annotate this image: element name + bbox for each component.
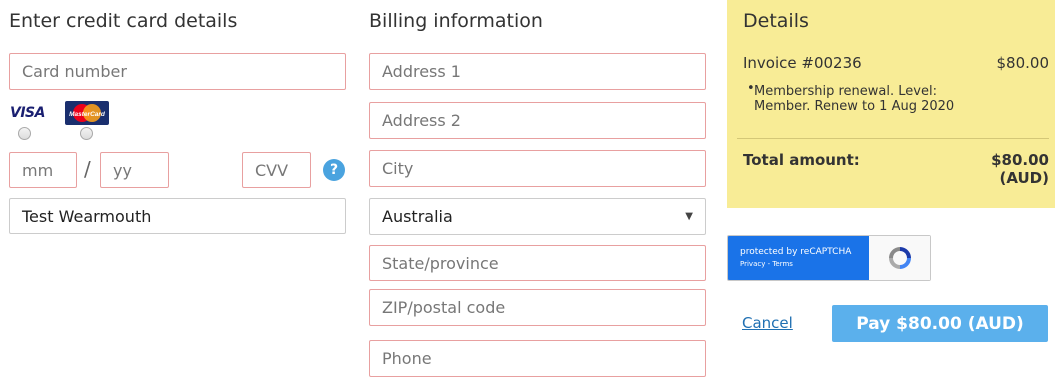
cancel-link[interactable]: Cancel xyxy=(742,314,793,332)
card-number-input[interactable]: Card number xyxy=(9,53,346,90)
visa-logo-icon: VISA xyxy=(10,105,45,121)
total-amount: $80.00 (AUD) xyxy=(991,151,1049,187)
cvv-help-icon[interactable]: ? xyxy=(323,159,345,181)
address2-input[interactable]: Address 2 xyxy=(369,102,706,139)
total-amount-currency: (AUD) xyxy=(999,169,1050,187)
mastercard-radio[interactable] xyxy=(80,127,93,140)
card-section-heading: Enter credit card details xyxy=(9,10,238,32)
recaptcha-text: protected by reCAPTCHA Privacy - Terms xyxy=(728,246,851,270)
phone-input[interactable]: Phone xyxy=(369,340,706,377)
recaptcha-protected-label: protected by reCAPTCHA xyxy=(740,247,852,257)
visa-radio[interactable] xyxy=(18,127,31,140)
svg-text:MasterCard: MasterCard xyxy=(69,111,106,118)
country-select[interactable]: Australia ▼ xyxy=(369,198,706,235)
pay-button[interactable]: Pay $80.00 (AUD) xyxy=(832,305,1048,342)
invoice-item-description: Membership renewal. Level: Member. Renew… xyxy=(754,84,955,114)
expiry-year-input[interactable]: yy xyxy=(100,152,169,188)
address1-input[interactable]: Address 1 xyxy=(369,53,706,90)
invoice-label: Invoice #00236 xyxy=(743,54,862,72)
zip-input[interactable]: ZIP/postal code xyxy=(369,289,706,326)
recaptcha-privacy-terms[interactable]: Privacy - Terms xyxy=(740,258,851,270)
recaptcha-badge[interactable]: protected by reCAPTCHA Privacy - Terms xyxy=(727,235,931,281)
details-heading: Details xyxy=(743,10,809,32)
chevron-down-icon: ▼ xyxy=(685,211,693,222)
recaptcha-logo-icon xyxy=(869,236,930,280)
billing-section-heading: Billing information xyxy=(369,10,543,32)
total-label: Total amount: xyxy=(743,151,860,169)
total-amount-value: $80.00 xyxy=(991,151,1049,169)
state-input[interactable]: State/province xyxy=(369,245,706,281)
expiry-separator: / xyxy=(84,157,91,181)
expiry-month-input[interactable]: mm xyxy=(9,152,77,188)
details-panel: Details Invoice #00236 $80.00 • Membersh… xyxy=(727,0,1055,208)
city-input[interactable]: City xyxy=(369,150,706,187)
details-divider xyxy=(737,138,1049,139)
mastercard-logo-icon: MasterCard xyxy=(65,101,109,125)
country-select-value: Australia xyxy=(382,207,453,226)
invoice-amount: $80.00 xyxy=(996,54,1050,72)
cvv-input[interactable]: CVV xyxy=(242,152,311,188)
cardholder-name-input[interactable]: Test Wearmouth xyxy=(9,198,346,234)
